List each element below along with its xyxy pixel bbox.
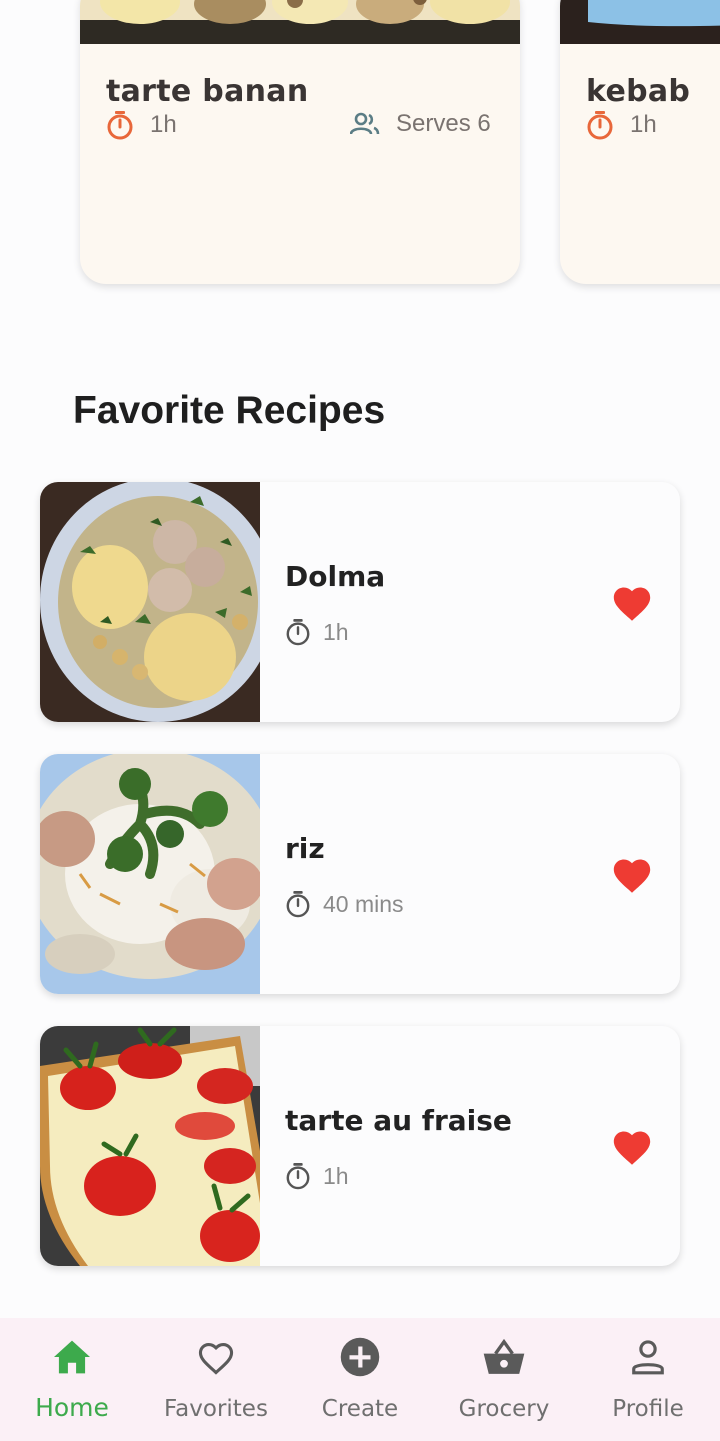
cook-time-value: 40 mins xyxy=(323,890,404,917)
nav-item-home[interactable]: Home xyxy=(0,1318,144,1441)
nav-item-grocery[interactable]: Grocery xyxy=(432,1318,576,1441)
cook-time: 1h xyxy=(285,618,349,646)
home-icon xyxy=(54,1340,90,1374)
heart-icon[interactable] xyxy=(610,1126,654,1166)
serves: Serves 6 xyxy=(350,110,491,138)
nav-label-favorites: Favorites xyxy=(164,1396,268,1422)
nav-label-home: Home xyxy=(35,1393,109,1422)
recipe-image xyxy=(80,0,520,44)
timer-icon xyxy=(286,891,310,918)
section-title: Favorite Recipes xyxy=(73,389,386,432)
cook-time: 1h xyxy=(586,110,657,140)
nav-item-create[interactable]: Create xyxy=(288,1318,432,1441)
cook-time-value: 1h xyxy=(323,618,349,645)
recipe-card[interactable]: tarte banan 1h Serves 6 xyxy=(80,0,520,284)
cook-time-value: 1h xyxy=(323,1162,349,1189)
timer-icon xyxy=(286,1163,310,1190)
cook-time: 40 mins xyxy=(285,890,404,918)
bottom-navigation: Home Favorites Create Grocery Profile xyxy=(0,1318,720,1441)
recipe-title: kebab xyxy=(586,74,691,109)
favorite-recipe-item[interactable]: riz 40 mins xyxy=(40,754,680,994)
serves-value: Serves 6 xyxy=(396,110,491,137)
featured-recipes-carousel[interactable]: tarte banan 1h Serves 6 kebab 1h xyxy=(0,0,720,300)
recipe-name: tarte au fraise xyxy=(285,1104,512,1137)
recipe-image xyxy=(40,482,276,722)
recipe-image xyxy=(40,1026,280,1266)
nav-label-create: Create xyxy=(321,1396,399,1422)
heart-icon[interactable] xyxy=(610,582,654,622)
cook-time: 1h xyxy=(285,1162,349,1190)
recipe-card[interactable]: kebab 1h xyxy=(560,0,720,284)
people-icon xyxy=(350,112,380,135)
add-circle-icon xyxy=(340,1337,380,1377)
cook-time: 1h xyxy=(106,110,177,140)
heart-icon[interactable] xyxy=(610,854,654,894)
nav-label-grocery: Grocery xyxy=(458,1396,550,1422)
nav-label-profile: Profile xyxy=(612,1396,684,1422)
recipe-image xyxy=(40,754,275,994)
favorite-recipe-item[interactable]: tarte au fraise 1h xyxy=(40,1026,680,1266)
cook-time-value: 1h xyxy=(150,111,177,138)
timer-icon xyxy=(587,111,613,140)
nav-item-profile[interactable]: Profile xyxy=(576,1318,720,1441)
favorite-recipe-item[interactable]: Dolma 1h xyxy=(40,482,680,722)
timer-icon xyxy=(286,619,310,646)
recipe-name: Dolma xyxy=(285,560,386,593)
timer-icon xyxy=(107,111,133,140)
recipe-title: tarte banan xyxy=(106,74,309,109)
recipe-name: riz xyxy=(285,832,325,865)
basket-icon xyxy=(483,1338,525,1374)
recipe-image xyxy=(560,0,720,44)
cook-time-value: 1h xyxy=(630,111,657,138)
heart-outline-icon xyxy=(198,1343,234,1375)
nav-item-favorites[interactable]: Favorites xyxy=(144,1318,288,1441)
person-icon xyxy=(632,1340,664,1375)
